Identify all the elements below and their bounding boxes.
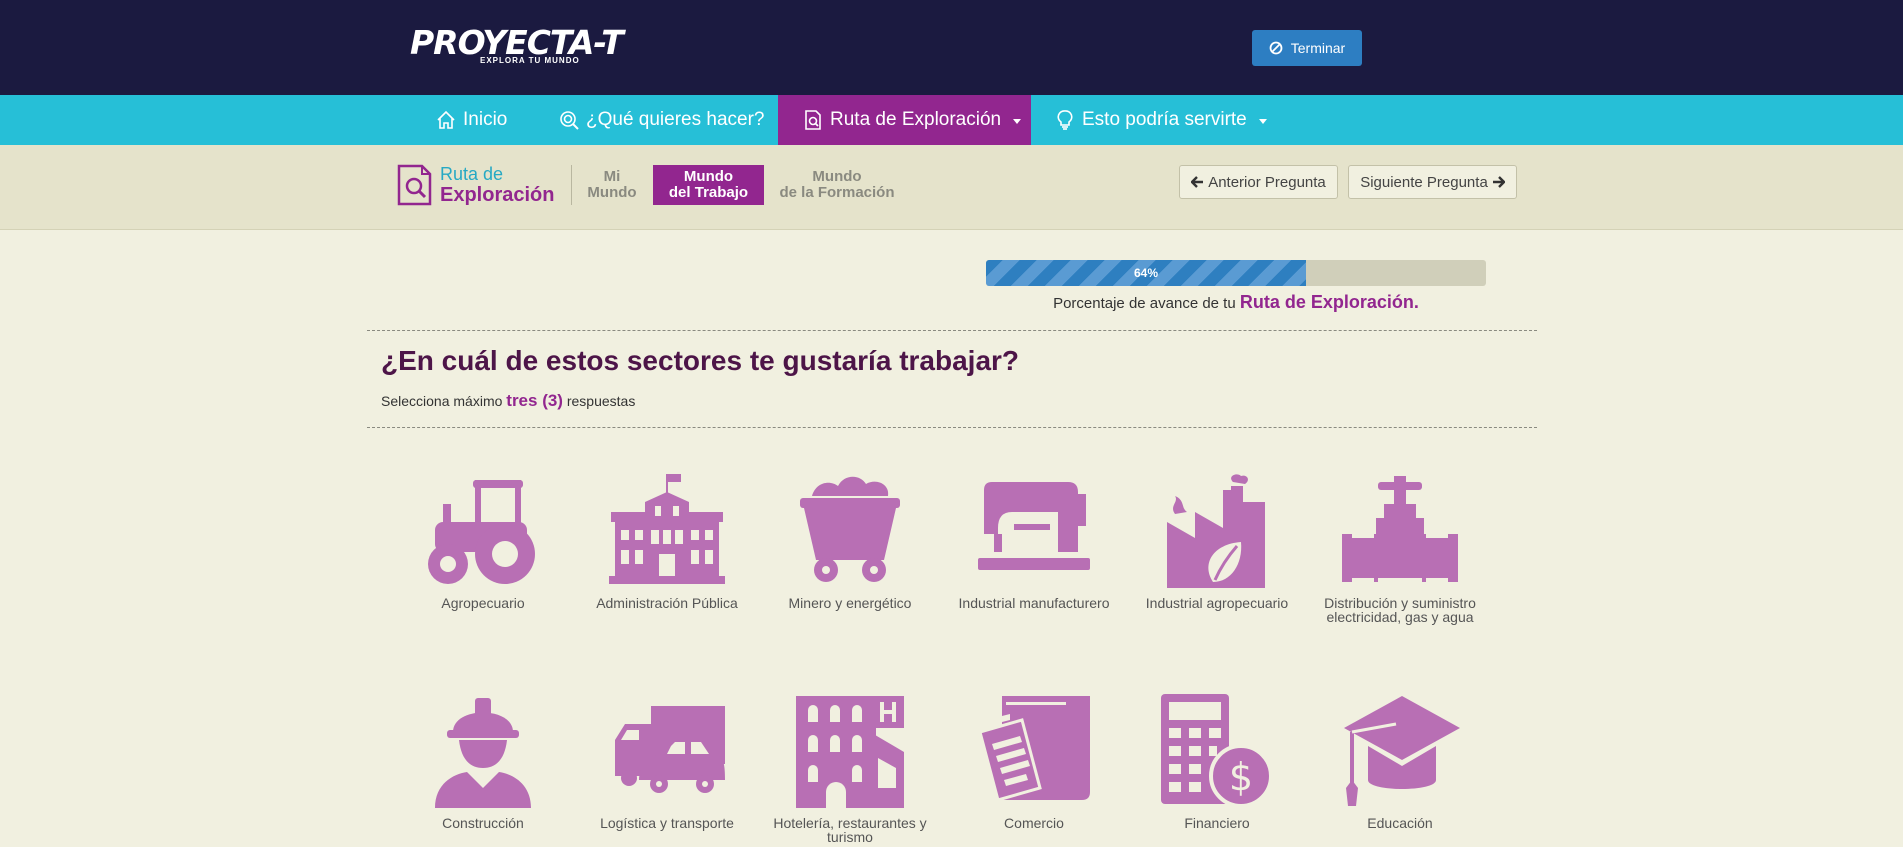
option-minero-energetico[interactable]: Minero y energético bbox=[765, 472, 935, 610]
step-line2: de la Formación bbox=[779, 184, 895, 201]
option-administracion-publica[interactable]: Administración Pública bbox=[582, 472, 752, 610]
exploration-subbar: Ruta de Exploración Mi Mundo Mundo del T… bbox=[0, 145, 1903, 230]
option-hoteleria-restaurantes[interactable]: Hotelería, restaurantes y turismo bbox=[765, 692, 935, 844]
divider bbox=[571, 165, 572, 205]
factory-leaf-icon bbox=[1167, 474, 1265, 588]
target-search-icon bbox=[560, 111, 579, 130]
pipe-valve-icon bbox=[1342, 476, 1458, 582]
nav-label: ¿Qué quieres hacer? bbox=[586, 109, 765, 130]
nav-item-que-quieres-hacer[interactable]: ¿Qué quieres hacer? bbox=[558, 95, 765, 145]
step-mundo-de-la-formacion[interactable]: Mundo de la Formación bbox=[774, 165, 900, 205]
step-mi-mundo[interactable]: Mi Mundo bbox=[582, 165, 642, 205]
instruction-prefix: Selecciona máximo bbox=[381, 393, 503, 409]
progress-caption-bold: Ruta de Exploración. bbox=[1239, 292, 1419, 312]
truck-car-icon bbox=[615, 706, 725, 793]
arrow-left-icon bbox=[1191, 176, 1204, 188]
previous-question-button[interactable]: Anterior Pregunta bbox=[1179, 165, 1338, 199]
ban-icon bbox=[1269, 41, 1283, 55]
progress-caption-prefix: Porcentaje de avance de tu bbox=[1053, 295, 1236, 312]
option-label: Comercio bbox=[1004, 815, 1064, 831]
option-comercio[interactable]: Comercio bbox=[949, 692, 1119, 830]
option-label: Administración Pública bbox=[596, 595, 738, 611]
progress-bar: 64% bbox=[986, 260, 1486, 286]
doc-search-icon bbox=[805, 110, 821, 130]
step-line2: del Trabajo bbox=[668, 184, 749, 201]
question-instruction: Selecciona máximo tres (3) respuestas bbox=[381, 391, 635, 411]
option-logistica-transporte[interactable]: Logística y transporte bbox=[582, 692, 752, 830]
construction-worker-icon bbox=[435, 698, 531, 808]
nav-label: Ruta de Exploración bbox=[830, 109, 1002, 130]
ruta-title-line2: Exploración bbox=[440, 184, 555, 206]
option-distribucion-suministro[interactable]: Distribución y suministro electricidad, … bbox=[1315, 472, 1485, 624]
instruction-suffix: respuestas bbox=[566, 393, 636, 409]
terminar-button[interactable]: Terminar bbox=[1252, 30, 1362, 66]
logo-title: PROYECTA-T bbox=[410, 23, 624, 62]
calculator-dollar-icon: $ bbox=[1161, 694, 1273, 808]
progress-caption: Porcentaje de avance de tu Ruta de Explo… bbox=[986, 292, 1486, 313]
nav-label: Esto podría servirte bbox=[1082, 109, 1247, 130]
option-industrial-manufacturero[interactable]: Industrial manufacturero bbox=[949, 472, 1119, 610]
next-question-button[interactable]: Siguiente Pregunta bbox=[1348, 165, 1517, 199]
arrow-right-icon bbox=[1492, 176, 1505, 188]
government-building-icon bbox=[609, 474, 725, 584]
step-line2: Mundo bbox=[587, 184, 637, 201]
option-label: Minero y energético bbox=[788, 595, 912, 611]
hotel-icon bbox=[796, 696, 904, 808]
option-label: Hotelería, restaurantes y turismo bbox=[773, 815, 927, 845]
mine-cart-icon bbox=[800, 476, 900, 582]
option-label: Distribución y suministro electricidad, … bbox=[1324, 595, 1476, 625]
graduation-cap-icon bbox=[1344, 696, 1460, 806]
option-label: Financiero bbox=[1184, 815, 1250, 831]
option-financiero[interactable]: $ Financiero bbox=[1132, 692, 1302, 830]
clipboard-box-icon bbox=[978, 696, 1090, 802]
sewing-machine-icon bbox=[978, 482, 1090, 570]
ruta-title-line1: Ruta de bbox=[440, 164, 504, 184]
nav-label: Inicio bbox=[463, 109, 508, 130]
lightbulb-icon bbox=[1057, 110, 1073, 130]
progress-fill: 64% bbox=[986, 260, 1306, 286]
step-line1: Mundo bbox=[812, 168, 862, 185]
option-construccion[interactable]: Construcción bbox=[398, 692, 568, 830]
option-label: Industrial agropecuario bbox=[1145, 595, 1289, 611]
option-label: Construcción bbox=[442, 815, 524, 831]
chevron-down-icon bbox=[1013, 119, 1022, 124]
proyecta-t-logo[interactable]: PROYECTA-T EXPLORA TU MUNDO bbox=[410, 23, 624, 65]
option-label: Industrial manufacturero bbox=[958, 595, 1110, 611]
step-mundo-del-trabajo[interactable]: Mundo del Trabajo bbox=[653, 165, 764, 205]
home-icon bbox=[437, 110, 455, 129]
option-industrial-agropecuario[interactable]: Industrial agropecuario bbox=[1132, 472, 1302, 610]
option-agropecuario[interactable]: Agropecuario bbox=[398, 472, 568, 610]
svg-text:$: $ bbox=[1229, 755, 1253, 799]
terminar-label: Terminar bbox=[1290, 40, 1346, 56]
ruta-exploracion-logo: Ruta de Exploración bbox=[396, 164, 554, 206]
question-title: ¿En cuál de estos sectores te gustaría t… bbox=[381, 345, 1020, 376]
step-line1: Mi bbox=[603, 168, 621, 185]
chevron-down-icon bbox=[1258, 119, 1267, 124]
step-line1: Mundo bbox=[683, 168, 734, 185]
option-label: Logística y transporte bbox=[600, 815, 734, 831]
next-label: Siguiente Pregunta bbox=[1360, 173, 1488, 191]
option-label: Educación bbox=[1367, 815, 1433, 831]
top-header: PROYECTA-T EXPLORA TU MUNDO Terminar bbox=[0, 0, 1903, 95]
divider bbox=[367, 427, 1537, 428]
divider bbox=[367, 330, 1537, 331]
nav-item-inicio[interactable]: Inicio bbox=[435, 95, 507, 145]
doc-magnifier-icon bbox=[397, 164, 432, 206]
main-nav: Inicio ¿Qué quieres hacer? Ruta de Explo… bbox=[0, 95, 1903, 145]
nav-item-esto-podria-servirte[interactable]: Esto podría servirte bbox=[1054, 95, 1267, 145]
nav-item-ruta-exploracion[interactable]: Ruta de Exploración bbox=[778, 95, 1031, 145]
instruction-bold: tres (3) bbox=[506, 391, 563, 410]
option-label: Agropecuario bbox=[441, 595, 525, 611]
previous-label: Anterior Pregunta bbox=[1208, 173, 1326, 191]
tractor-icon bbox=[428, 480, 535, 584]
option-educacion[interactable]: Educación bbox=[1315, 692, 1485, 830]
